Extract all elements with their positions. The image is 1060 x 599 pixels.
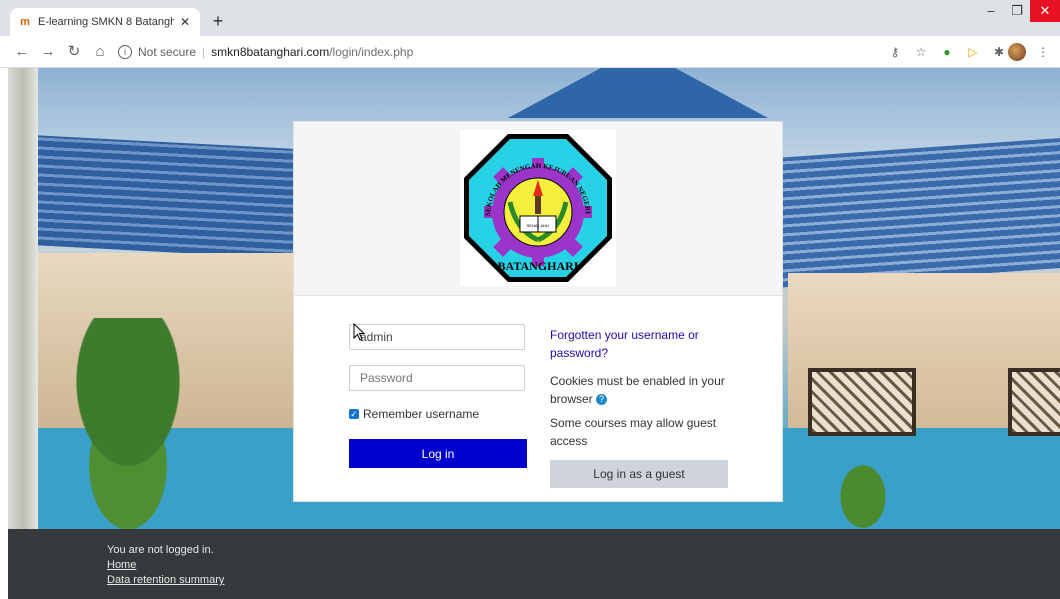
forward-arrow-icon[interactable]: → xyxy=(38,42,58,62)
palm-tree xyxy=(38,318,218,529)
help-question-icon[interactable]: ? xyxy=(596,394,608,406)
cookies-notice: Cookies must be enabled in your browser … xyxy=(550,372,730,408)
guest-access-notice: Some courses may allow guest access xyxy=(550,416,717,448)
tab-title: E-learning SMKN 8 Batanghari: L xyxy=(38,16,174,28)
extension-globe-icon[interactable]: ● xyxy=(938,43,956,61)
key-icon[interactable]: ⚷ xyxy=(886,43,904,61)
forgot-password-link[interactable]: Forgotten your username or password? xyxy=(550,326,730,362)
minimize-button[interactable]: – xyxy=(978,0,1004,22)
security-label: Not secure xyxy=(138,45,197,59)
remember-username-checkbox[interactable]: ✓ Remember username xyxy=(349,407,479,421)
url-path: /login/index.php xyxy=(329,45,414,59)
new-tab-button[interactable]: + xyxy=(208,11,228,31)
profile-avatar[interactable] xyxy=(1008,43,1026,61)
footer-content: You are not logged in. Home Data retenti… xyxy=(107,543,224,588)
login-button[interactable]: Log in xyxy=(349,439,527,468)
back-arrow-icon[interactable]: ← xyxy=(12,42,32,62)
window-controls: – ❐ ✕ xyxy=(978,0,1060,22)
school-logo: SEHAT AHLI SEKOLAH MENENGAH KEJURUAN NEG… xyxy=(458,124,616,286)
maximize-button[interactable]: ❐ xyxy=(1004,0,1030,22)
menu-kebab-icon[interactable]: ⋮ xyxy=(1034,43,1052,61)
info-icon[interactable]: i xyxy=(118,45,132,59)
extension-play-icon[interactable]: ▷ xyxy=(964,43,982,61)
url-omnibox[interactable]: i Not secure | smkn8batanghari.com /logi… xyxy=(118,40,878,64)
guest-login-button[interactable]: Log in as a guest xyxy=(550,460,728,488)
window-grille xyxy=(808,368,916,436)
login-status-text: You are not logged in. xyxy=(107,544,214,556)
extensions-puzzle-icon[interactable]: ✱ xyxy=(990,43,1008,61)
login-form: ✓ Remember username Log in Forgotten you… xyxy=(294,296,782,502)
school-logo-emblem: SEHAT AHLI SEKOLAH MENENGAH KEJURUAN NEG… xyxy=(458,124,612,282)
password-input[interactable] xyxy=(349,365,525,391)
url-separator: | xyxy=(202,45,206,59)
reload-icon[interactable]: ↻ xyxy=(64,42,84,62)
address-bar: ← → ↻ ⌂ i Not secure | smkn8batanghari.c… xyxy=(0,36,1060,68)
logo-name-text: BATANGHARI xyxy=(498,259,579,273)
page-footer: You are not logged in. Home Data retenti… xyxy=(8,529,1060,599)
window-close-button[interactable]: ✕ xyxy=(1030,0,1060,22)
footer-home-link[interactable]: Home xyxy=(107,558,224,573)
toolbar-icons: ⚷ ☆ ● ▷ ✱ ⋮ xyxy=(878,43,1052,61)
browser-tab-bar: m E-learning SMKN 8 Batanghari: L ✕ + – … xyxy=(0,0,1060,36)
url-host: smkn8batanghari.com xyxy=(211,45,330,59)
roof-right xyxy=(768,137,1060,289)
moodle-favicon-icon: m xyxy=(20,16,30,28)
tab-close-icon[interactable]: ✕ xyxy=(178,15,192,29)
mouse-cursor-icon xyxy=(353,323,365,341)
data-retention-link[interactable]: Data retention summary xyxy=(107,573,224,588)
username-input[interactable] xyxy=(349,324,525,350)
browser-tab[interactable]: m E-learning SMKN 8 Batanghari: L ✕ xyxy=(10,8,200,36)
remember-username-label: Remember username xyxy=(363,407,480,421)
shrub xyxy=(828,448,898,529)
cookies-notice-text: Cookies must be enabled in your browser xyxy=(550,374,725,406)
logo-area: SEHAT AHLI SEKOLAH MENENGAH KEJURUAN NEG… xyxy=(294,122,782,296)
checkbox-checked-icon[interactable]: ✓ xyxy=(349,409,359,419)
login-card: SEHAT AHLI SEKOLAH MENENGAH KEJURUAN NEG… xyxy=(293,121,783,502)
star-bookmark-icon[interactable]: ☆ xyxy=(912,43,930,61)
logo-book-text: SEHAT AHLI xyxy=(527,223,550,228)
window-grille xyxy=(1008,368,1060,436)
roof-left xyxy=(38,135,328,261)
pillar xyxy=(8,68,38,529)
home-icon[interactable]: ⌂ xyxy=(90,42,110,62)
